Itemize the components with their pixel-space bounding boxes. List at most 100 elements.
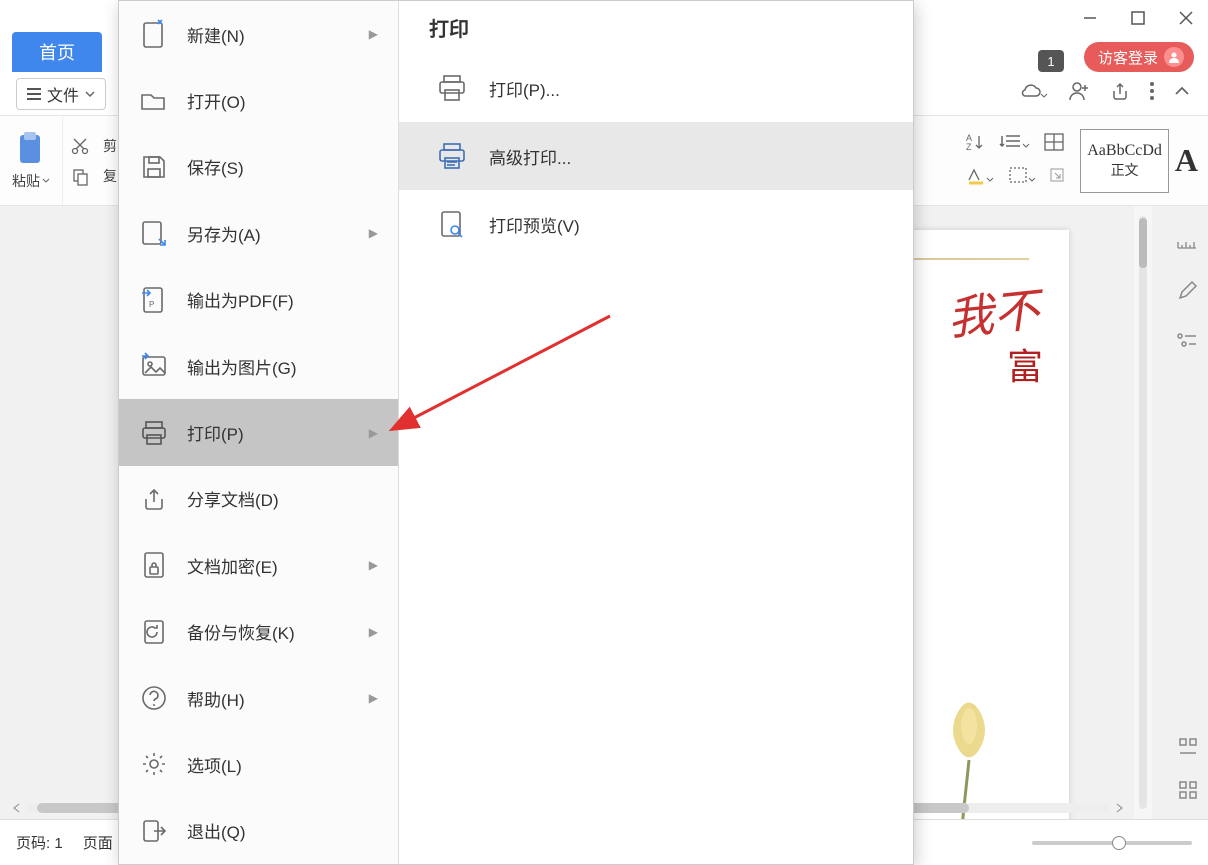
menu-pdf-label: 输出为PDF(F) [187,287,294,312]
submenu-preview-label: 打印预览(V) [489,212,580,237]
pencil-icon[interactable] [1177,281,1197,306]
share-icon[interactable] [1110,81,1130,106]
hscroll-right-arrow[interactable] [1110,799,1128,817]
svg-text:Z: Z [966,142,972,152]
menu-save-label: 保存(S) [187,154,244,179]
style-caption: 正文 [1111,160,1139,180]
printer-advanced-icon [437,141,467,171]
menu-exit-label: 退出(Q) [187,818,246,843]
submenu-print[interactable]: 打印(P)... [399,54,913,122]
cloud-icon[interactable] [1020,82,1048,105]
menu-print-label: 打印(P) [187,420,244,445]
file-dropdown-label: 文件 [47,82,79,106]
zoom-slider[interactable] [1032,841,1192,845]
collapse-ribbon-icon[interactable] [1174,84,1190,103]
menu-encrypt[interactable]: 文档加密(E) ▶ [119,532,398,598]
svg-text:P: P [149,300,154,309]
menu-saveas[interactable]: 另存为(A) ▶ [119,200,398,266]
chevron-right-icon: ▶ [369,226,378,240]
sort-icon[interactable]: AZ [966,133,986,156]
menu-help[interactable]: 帮助(H) ▶ [119,665,398,731]
add-user-icon[interactable] [1068,81,1090,106]
style-sample: AaBbCcDd [1087,142,1162,160]
menu-backup-label: 备份与恢复(K) [187,619,295,644]
paste-label[interactable]: 粘贴 [12,171,40,191]
open-icon [139,86,169,116]
page-area-label: 页面 [83,832,113,853]
backup-icon [139,617,169,647]
border-icon[interactable] [1008,166,1036,189]
menu-exit[interactable]: 退出(Q) [119,798,398,864]
saveas-icon [139,218,169,248]
avatar-icon [1164,47,1184,67]
highlight-icon[interactable] [966,166,994,189]
chevron-right-icon: ▶ [369,27,378,41]
guest-login-label: 访客登录 [1098,47,1158,68]
lock-icon [139,550,169,580]
submenu-advanced-print[interactable]: 高级打印... [399,122,913,190]
file-menu-right-panel: 打印 打印(P)... 高级打印... 打印预览(V) [399,1,913,864]
share-doc-icon [139,484,169,514]
vertical-scrollbar[interactable] [1134,206,1152,819]
menu-open-label: 打开(O) [187,88,246,113]
menu-new-label: 新建(N) [187,22,245,47]
menu-backup[interactable]: 备份与恢复(K) ▶ [119,599,398,665]
menu-export-image[interactable]: 输出为图片(G) [119,333,398,399]
menu-options[interactable]: 选项(L) [119,731,398,797]
menu-save[interactable]: 保存(S) [119,134,398,200]
chevron-down-icon [85,89,95,99]
menu-saveas-label: 另存为(A) [187,221,261,246]
more-icon[interactable] [1150,82,1154,105]
submenu-advanced-label: 高级打印... [489,144,571,169]
doc-count-badge: 1 [1038,50,1064,72]
gear-icon [139,749,169,779]
help-icon [139,683,169,713]
menu-share-label: 分享文档(D) [187,486,279,511]
grid-top-icon[interactable] [1178,737,1198,762]
menu-open[interactable]: 打开(O) [119,67,398,133]
preview-icon [437,209,467,239]
chevron-right-icon: ▶ [369,691,378,705]
chevron-right-icon: ▶ [369,625,378,639]
save-icon [139,152,169,182]
submenu-title: 打印 [399,1,913,54]
file-menu-left-panel: 新建(N) ▶ 打开(O) 保存(S) 另存为(A) ▶ P 输出为PDF(F)… [119,1,399,864]
image-icon [139,351,169,381]
print-icon [139,418,169,448]
menu-help-label: 帮助(H) [187,686,245,711]
copy-button[interactable]: 复 [71,166,117,186]
clipboard-icon [14,131,48,167]
menu-new[interactable]: 新建(N) ▶ [119,1,398,67]
ruler-toggle-icon[interactable] [1176,236,1198,255]
vscroll-thumb[interactable] [1139,218,1147,268]
submenu-print-preview[interactable]: 打印预览(V) [399,190,913,258]
file-dropdown[interactable]: 文件 [16,78,106,110]
printer-icon [437,73,467,103]
home-tab[interactable]: 首页 [12,32,102,72]
file-menu: 新建(N) ▶ 打开(O) 保存(S) 另存为(A) ▶ P 输出为PDF(F)… [118,0,914,865]
font-style-a-icon[interactable]: A [1175,142,1198,179]
cut-button[interactable]: 剪 [71,136,117,156]
submenu-print-label: 打印(P)... [489,76,560,101]
chevron-right-icon: ▶ [369,558,378,572]
menu-share[interactable]: 分享文档(D) [119,466,398,532]
dialog-launcher-icon[interactable] [1050,168,1064,187]
zoom-knob[interactable] [1112,836,1126,850]
chevron-right-icon: ▶ [369,426,378,440]
table-icon[interactable] [1044,133,1064,156]
menu-options-label: 选项(L) [187,752,242,777]
style-normal[interactable]: AaBbCcDd 正文 [1080,129,1169,193]
page-number-label: 页码: 1 [16,832,63,853]
menu-export-pdf[interactable]: P 输出为PDF(F) [119,267,398,333]
menu-print[interactable]: 打印(P) ▶ [119,399,398,465]
paragraph-icon[interactable] [1000,134,1030,155]
pdf-icon: P [139,285,169,315]
outline-icon[interactable] [1176,332,1198,355]
exit-icon [139,816,169,846]
hamburger-icon [27,88,41,100]
hscroll-left-arrow[interactable] [8,799,26,817]
grid-icon[interactable] [1178,780,1198,805]
calligraphy-title-2: 富 [1007,338,1043,390]
new-icon [139,19,169,49]
guest-login-button[interactable]: 访客登录 [1084,42,1194,72]
